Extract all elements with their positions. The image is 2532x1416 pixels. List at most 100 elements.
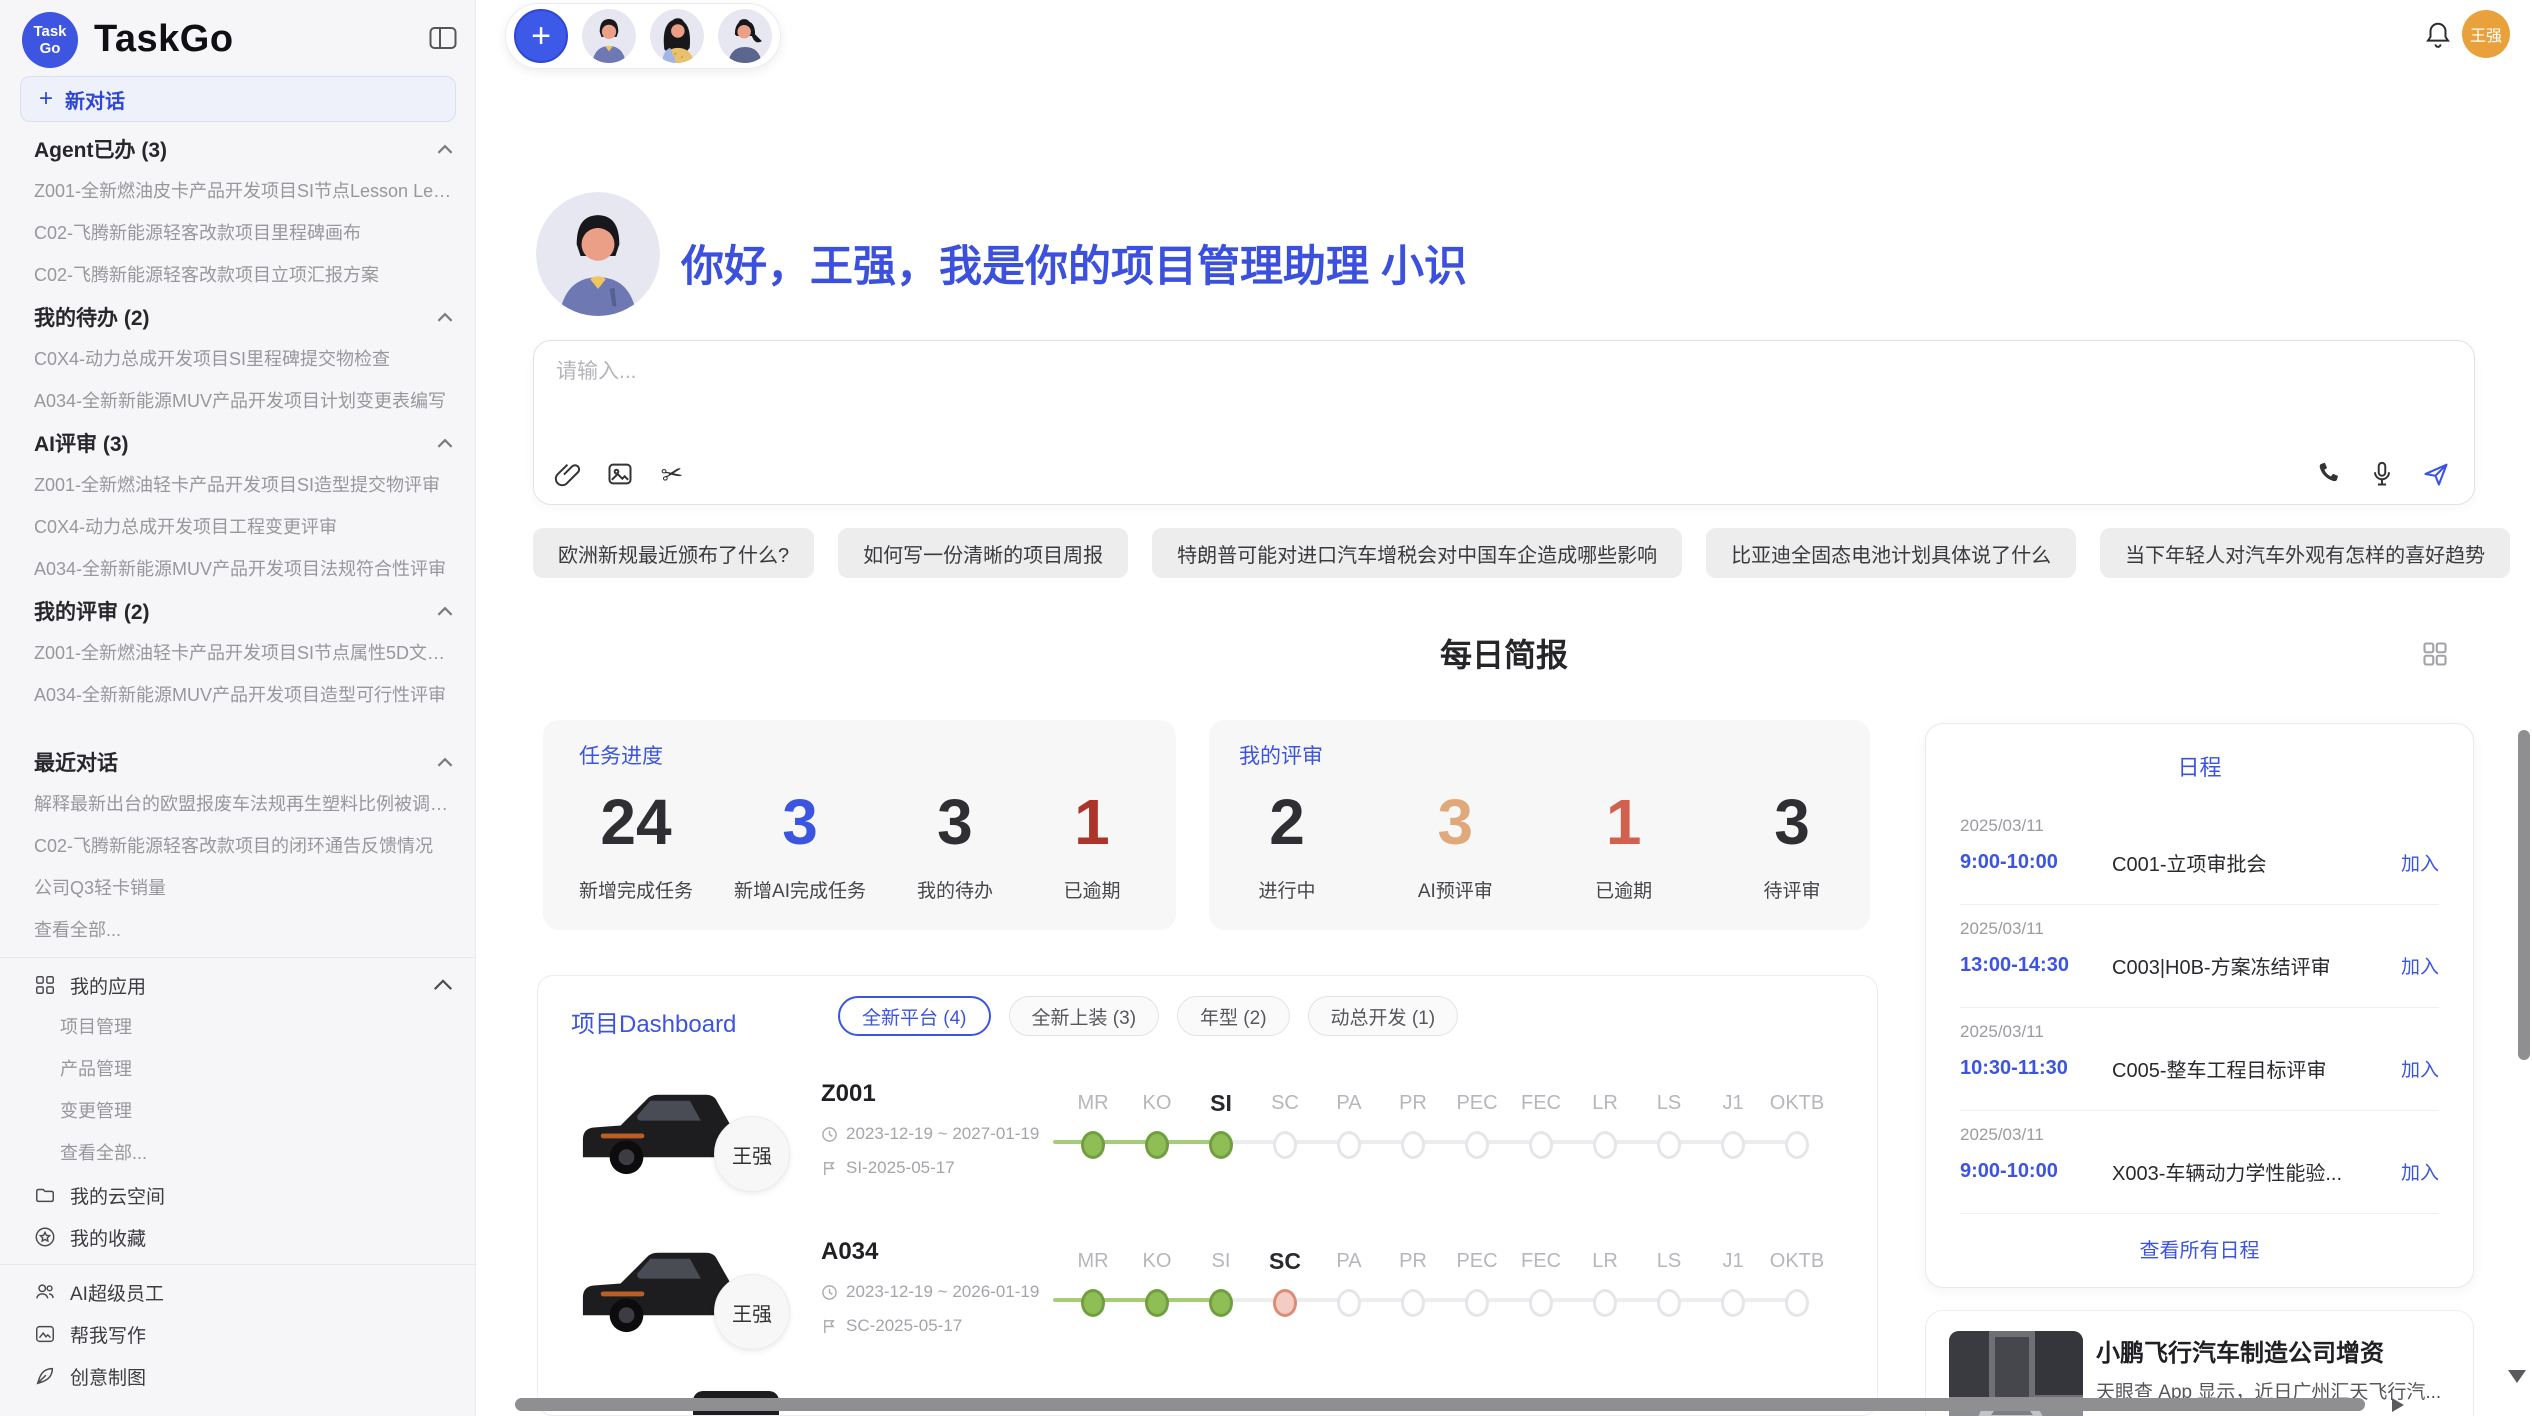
milestone-dot — [1593, 1131, 1617, 1159]
milestone-dot — [1657, 1289, 1681, 1317]
vertical-scrollbar[interactable] — [2518, 730, 2530, 1060]
stat-value: 24 — [579, 786, 693, 858]
milestone: SI — [1189, 1064, 1253, 1116]
sidebar-item-cloud-space[interactable]: 我的云空间 — [0, 1174, 476, 1216]
filter-tab[interactable]: 全新上装 (3) — [1009, 996, 1160, 1036]
project-row[interactable]: 王强 Z001 2023-12-19 ~ 2027-01-19 SI-2025-… — [538, 1064, 1878, 1214]
sidebar-section-ai-review[interactable]: AI评审 (3) — [0, 422, 476, 464]
stat-new-done: 24 新增完成任务 — [579, 786, 693, 903]
layout-grid-icon[interactable] — [2421, 640, 2449, 668]
view-all-schedule-link[interactable]: 查看所有日程 — [1926, 1234, 2473, 1263]
phone-call-icon[interactable] — [2312, 458, 2344, 490]
sidebar-chat-item[interactable]: A034-全新新能源MUV产品开发项目计划变更表编写 — [0, 380, 476, 422]
sidebar-chat-item[interactable]: 公司Q3轻卡销量 — [0, 867, 476, 909]
suggestion-chip[interactable]: 特朗普可能对进口汽车增税会对中国车企造成哪些影响 — [1152, 528, 1682, 578]
chat-input[interactable] — [554, 353, 2438, 445]
sidebar-section-my-review[interactable]: 我的评审 (2) — [0, 590, 476, 632]
chevron-up-icon[interactable] — [436, 757, 454, 768]
sidebar-item-help-write[interactable]: 帮我写作 — [0, 1313, 476, 1355]
view-all-recent[interactable]: 查看全部... — [0, 909, 476, 951]
user-avatar[interactable]: 王强 — [2462, 10, 2510, 58]
sidebar-chat-item[interactable]: C02-飞腾新能源轻客改款项目的闭环通告反馈情况 — [0, 825, 476, 867]
sidebar-item-project-mgmt[interactable]: 项目管理 — [0, 1006, 476, 1048]
project-row[interactable]: 王强 A034 2023-12-19 ~ 2026-01-19 SC-2025-… — [538, 1222, 1878, 1372]
stat-value: 2 — [1239, 786, 1335, 858]
new-chat-button[interactable]: + 新对话 — [20, 76, 456, 122]
milestone-label: PA — [1317, 1248, 1381, 1274]
add-agent-button[interactable]: + — [514, 9, 568, 63]
microphone-icon[interactable] — [2366, 458, 2398, 490]
sidebar-chat-item[interactable]: Z001-全新燃油轻卡产品开发项目SI造型提交物评审 — [0, 464, 476, 506]
milestone-dot — [1465, 1289, 1489, 1317]
suggestion-chip[interactable]: 当下年轻人对汽车外观有怎样的喜好趋势 — [2100, 528, 2510, 578]
chevron-up-icon[interactable] — [432, 974, 454, 996]
sidebar-item-my-apps[interactable]: 我的应用 — [0, 964, 476, 1006]
chevron-up-icon[interactable] — [436, 144, 454, 155]
schedule-item[interactable]: 2025/03/11 9:00-10:00 C001-立项审批会 加入 — [1926, 802, 2473, 905]
milestone-label: MR — [1061, 1090, 1125, 1116]
sidebar-item-creative-draw[interactable]: 创意制图 — [0, 1355, 476, 1397]
sidebar-chat-item[interactable]: Z001-全新燃油皮卡产品开发项目SI节点Lesson Learn报告 — [0, 170, 476, 212]
suggestion-chip[interactable]: 比亚迪全固态电池计划具体说了什么 — [1706, 528, 2076, 578]
suggestion-chip[interactable]: 如何写一份清晰的项目周报 — [838, 528, 1128, 578]
sidebar-chat-item[interactable]: C02-飞腾新能源轻客改款项目里程碑画布 — [0, 212, 476, 254]
sidebar-chat-item[interactable]: 解释最新出台的欧盟报废车法规再生塑料比例被调至15%... — [0, 783, 476, 825]
sidebar-item-ai-employee[interactable]: AI超级员工 — [0, 1271, 476, 1313]
divider — [1960, 1213, 2439, 1214]
sidebar-collapse-icon[interactable] — [429, 26, 457, 50]
sidebar-section-recent[interactable]: 最近对话 — [0, 741, 476, 783]
agent-avatar-3[interactable] — [718, 9, 772, 63]
view-all-apps[interactable]: 查看全部... — [0, 1132, 476, 1174]
join-button[interactable]: 加入 — [2401, 1158, 2439, 1185]
sidebar-item-label: AI超级员工 — [70, 1279, 164, 1306]
filter-tab[interactable]: 动总开发 (1) — [1308, 996, 1459, 1036]
chevron-up-icon[interactable] — [436, 438, 454, 449]
milestone-dot — [1529, 1289, 1553, 1317]
chevron-up-icon[interactable] — [436, 606, 454, 617]
sidebar-chat-item[interactable]: A034-全新新能源MUV产品开发项目造型可行性评审 — [0, 674, 476, 716]
schedule-time: 9:00-10:00 — [1960, 851, 2112, 874]
sidebar-chat-item[interactable]: C0X4-动力总成开发项目SI里程碑提交物检查 — [0, 338, 476, 380]
sidebar-list: Agent已办 (3) Z001-全新燃油皮卡产品开发项目SI节点Lesson … — [0, 128, 476, 1397]
sidebar-item-product-mgmt[interactable]: 产品管理 — [0, 1048, 476, 1090]
sidebar-item-change-mgmt[interactable]: 变更管理 — [0, 1090, 476, 1132]
suggestion-chip[interactable]: 欧洲新规最近颁布了什么? — [533, 528, 814, 578]
schedule-item[interactable]: 2025/03/11 13:00-14:30 C003|H0B-方案冻结评审 加… — [1926, 905, 2473, 1008]
milestone-label: PR — [1381, 1248, 1445, 1274]
horizontal-scrollbar[interactable] — [515, 1398, 2365, 1411]
composer-left-tools: ✂ — [552, 458, 688, 490]
sidebar-chat-item[interactable]: C02-飞腾新能源轻客改款项目立项汇报方案 — [0, 254, 476, 296]
sidebar-chat-item[interactable]: Z001-全新燃油轻卡产品开发项目SI节点属性5D文件评审 — [0, 632, 476, 674]
people-icon — [34, 1281, 56, 1303]
milestone-dot — [1465, 1131, 1489, 1159]
project-owner-badge: 王强 — [714, 1116, 790, 1192]
sidebar-chat-item[interactable]: A034-全新新能源MUV产品开发项目法规符合性评审 — [0, 548, 476, 590]
sidebar-item-favorites[interactable]: 我的收藏 — [0, 1216, 476, 1258]
sidebar-section-my-todo[interactable]: 我的待办 (2) — [0, 296, 476, 338]
scissors-icon[interactable]: ✂ — [653, 455, 690, 492]
chevron-up-icon[interactable] — [436, 312, 454, 323]
dashboard-filters: 全新平台 (4) 全新上装 (3) 年型 (2) 动总开发 (1) — [838, 996, 1458, 1036]
join-button[interactable]: 加入 — [2401, 1055, 2439, 1082]
milestone-dot — [1209, 1289, 1233, 1317]
milestone-label: PA — [1317, 1090, 1381, 1116]
send-icon[interactable] — [2420, 458, 2452, 490]
join-button[interactable]: 加入 — [2401, 849, 2439, 876]
sidebar-chat-item[interactable]: C0X4-动力总成开发项目工程变更评审 — [0, 506, 476, 548]
project-date-range: 2023-12-19 ~ 2027-01-19 — [846, 1124, 1039, 1144]
scroll-down-arrow[interactable] — [2508, 1370, 2526, 1383]
milestone-label: PR — [1381, 1090, 1445, 1116]
schedule-item[interactable]: 2025/03/11 9:00-10:00 X003-车辆动力学性能验... 加… — [1926, 1111, 2473, 1214]
image-upload-icon[interactable] — [604, 458, 636, 490]
filter-tab[interactable]: 全新平台 (4) — [838, 996, 991, 1036]
agent-avatar-2[interactable] — [650, 9, 704, 63]
filter-tab[interactable]: 年型 (2) — [1177, 996, 1290, 1036]
sidebar-section-agent-done[interactable]: Agent已办 (3) — [0, 128, 476, 170]
agent-avatar-1[interactable] — [582, 9, 636, 63]
scroll-right-arrow[interactable] — [2392, 1398, 2404, 1412]
join-button[interactable]: 加入 — [2401, 952, 2439, 979]
milestone-label: SI — [1189, 1090, 1253, 1116]
attachment-icon[interactable] — [552, 458, 584, 490]
notification-bell-icon[interactable] — [2423, 20, 2453, 50]
schedule-item[interactable]: 2025/03/11 10:30-11:30 C005-整车工程目标评审 加入 — [1926, 1008, 2473, 1111]
